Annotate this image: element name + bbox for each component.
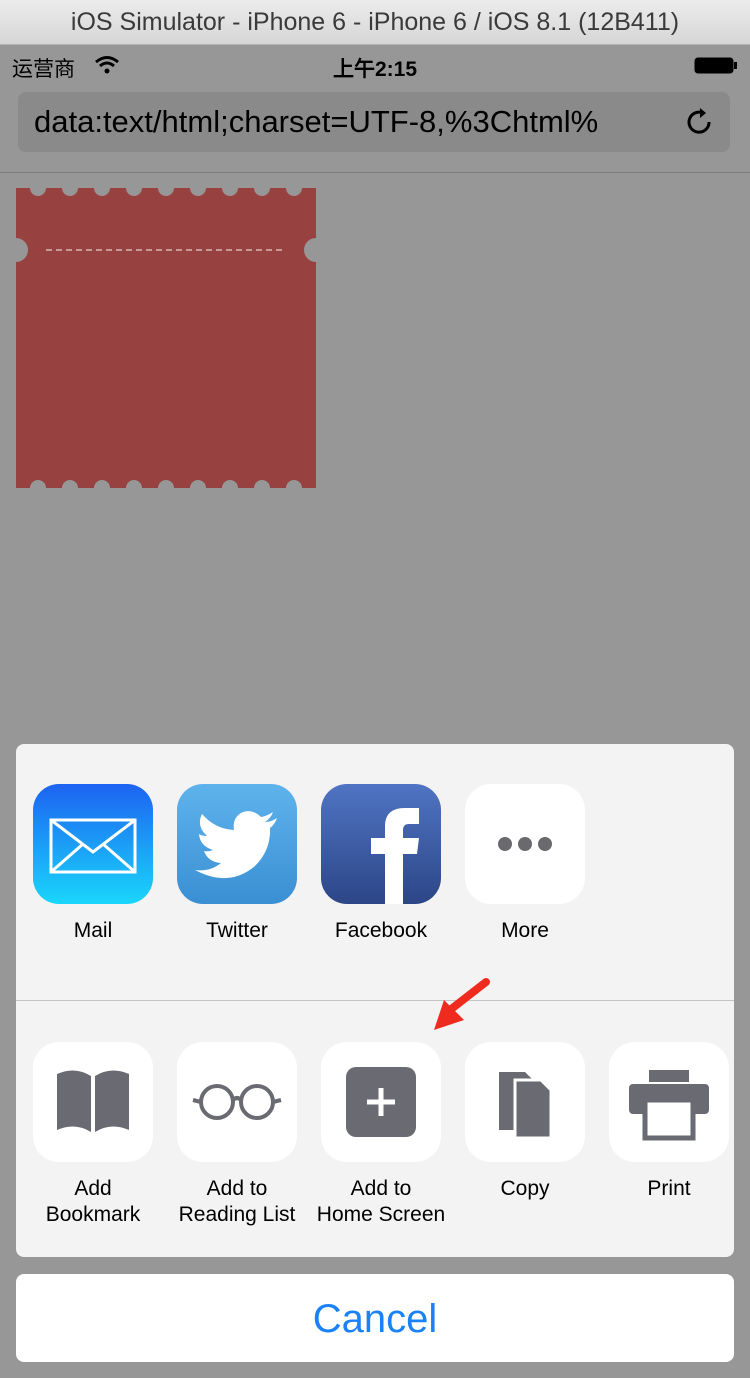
status-time: 上午2:15 <box>332 58 418 81</box>
share-app-label: Facebook <box>334 919 428 942</box>
action-label-line2: Home Screen <box>316 1203 446 1226</box>
facebook-icon <box>321 784 441 904</box>
action-add-bookmark[interactable] <box>33 1042 153 1162</box>
action-label: Copy <box>450 1176 600 1202</box>
add-square-icon <box>346 1067 416 1137</box>
mail-icon <box>33 784 153 904</box>
share-app-facebook[interactable] <box>321 784 441 904</box>
action-label-line2: Reading List <box>178 1203 296 1226</box>
cancel-button[interactable]: Cancel <box>16 1274 734 1362</box>
copy-icon <box>499 1072 553 1140</box>
address-bar[interactable]: data:text/html;charset=UTF-8,%3Chtml% <box>18 92 730 152</box>
action-label-line1: Add to <box>206 1177 268 1200</box>
more-icon <box>498 837 552 851</box>
share-app-mail[interactable] <box>33 784 153 904</box>
action-label-line1: Add <box>74 1177 112 1200</box>
share-app-label: More <box>501 919 549 942</box>
share-row-divider <box>16 1000 734 1001</box>
action-label: Print <box>594 1176 734 1202</box>
toolbar-divider <box>0 172 750 173</box>
glasses-icon <box>192 1084 282 1120</box>
action-label: Add to Reading List <box>162 1176 312 1228</box>
ticket-graphic <box>16 188 316 488</box>
book-icon <box>57 1070 129 1132</box>
window-title: iOS Simulator - iPhone 6 - iPhone 6 / iO… <box>0 0 750 45</box>
action-label: Add to Home Screen <box>306 1176 456 1228</box>
share-app-twitter[interactable] <box>177 784 297 904</box>
action-label-line2: Bookmark <box>45 1203 141 1226</box>
printer-icon <box>629 1070 709 1141</box>
reload-icon[interactable] <box>684 106 716 138</box>
action-label: Add Bookmark <box>18 1176 168 1228</box>
action-label-line1: Add to <box>350 1177 412 1200</box>
arrow-icon <box>434 978 490 1030</box>
share-app-more[interactable] <box>465 784 585 904</box>
action-print[interactable] <box>609 1042 729 1162</box>
action-label-line1: Copy <box>500 1177 550 1200</box>
battery-icon <box>694 57 737 74</box>
share-app-label: Mail <box>73 919 113 942</box>
url-text[interactable]: data:text/html;charset=UTF-8,%3Chtml% <box>34 104 669 140</box>
action-add-home-screen[interactable] <box>321 1042 441 1162</box>
share-sheet: Mail Twitter Facebook More Add Bookmark … <box>16 744 734 1257</box>
action-add-reading-list[interactable] <box>177 1042 297 1162</box>
status-bar: 运营商 上午2:15 <box>0 45 750 85</box>
twitter-icon <box>177 784 297 904</box>
action-label-line1: Print <box>647 1177 691 1200</box>
action-copy[interactable] <box>465 1042 585 1162</box>
share-app-label: Twitter <box>206 919 268 942</box>
